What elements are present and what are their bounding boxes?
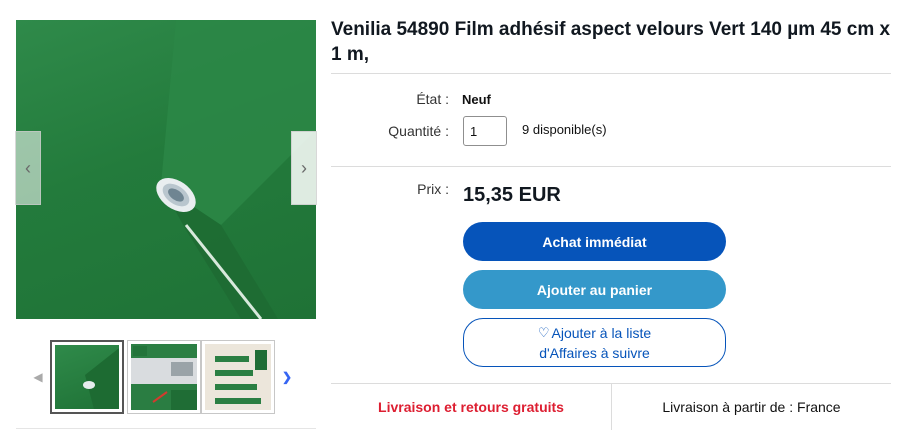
free-shipping-returns: Livraison et retours gratuits [378,399,564,415]
next-image-button[interactable]: › [291,131,317,205]
price-value: 15,35 EUR [463,184,561,206]
watchlist-label-line1: Ajouter à la liste [551,324,652,341]
thumbnails-prev-icon[interactable]: ◀ [33,370,43,384]
chevron-left-icon: ‹ [25,157,31,178]
condition-value: Neuf [462,92,491,107]
add-to-cart-button[interactable]: Ajouter au panier [463,270,726,309]
product-main-image[interactable] [16,20,316,319]
ships-from: Livraison à partir de : France [662,399,841,415]
heart-icon: ♡ [537,324,550,340]
chevron-right-icon: › [301,157,307,178]
divider [331,73,891,74]
thumbnail-1[interactable] [50,340,124,414]
divider [331,166,891,167]
quantity-label: Quantité : [388,123,449,139]
add-to-watchlist-button[interactable]: ♡ Ajouter à la liste d'Affaires à suivre [463,318,726,367]
thumbnail-2[interactable] [127,340,201,414]
availability-text: 9 disponible(s) [522,122,607,137]
thumbnail-3[interactable] [201,340,275,414]
buy-now-button[interactable]: Achat immédiat [463,222,726,261]
thumbnail-strip: ◀ ❯ [16,338,316,416]
quantity-input[interactable] [463,116,507,146]
thumbnails-next-icon[interactable]: ❯ [282,370,292,384]
price-label: Prix : [417,181,449,197]
watchlist-label-line2: d'Affaires à suivre [539,344,650,361]
divider [16,428,316,429]
product-title: Venilia 54890 Film adhésif aspect velour… [331,19,891,65]
condition-label: État : [416,91,449,107]
previous-image-button[interactable]: ‹ [15,131,41,205]
